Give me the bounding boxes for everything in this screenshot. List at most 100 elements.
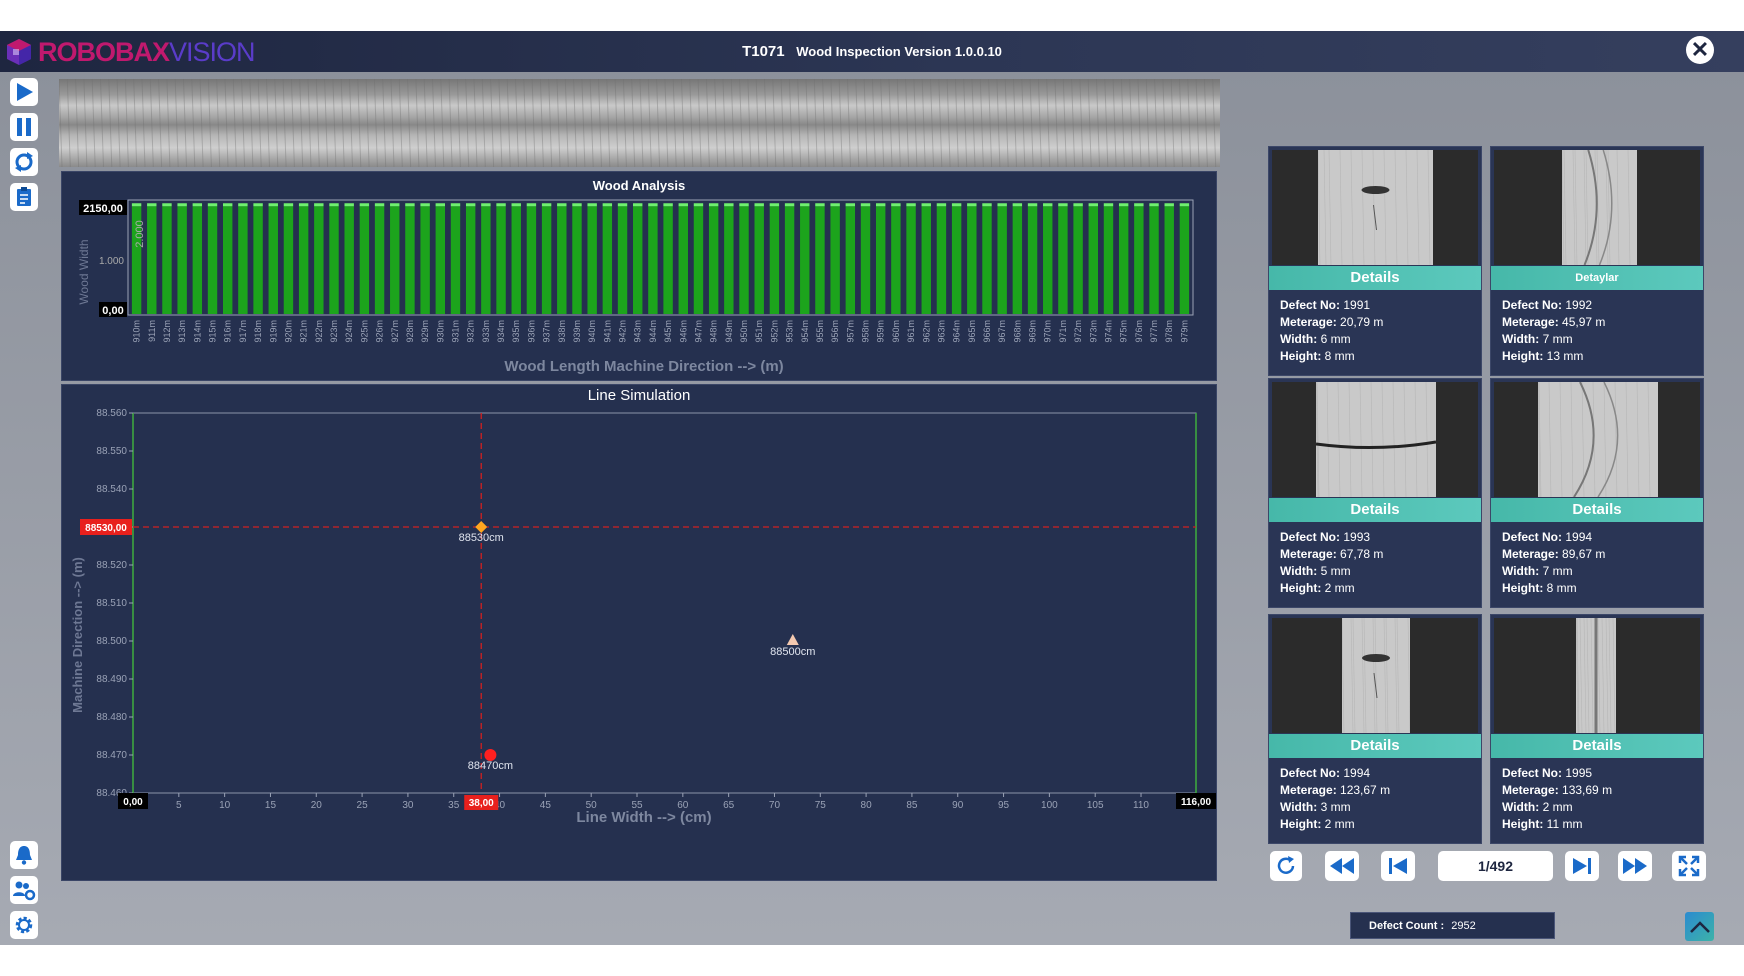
wood-width-bar-cap bbox=[997, 203, 1007, 207]
wood-width-bar bbox=[1103, 206, 1114, 314]
wood-width-bar-cap bbox=[967, 203, 977, 207]
x-tick-label: 90 bbox=[952, 800, 964, 811]
wood-width-bar-cap bbox=[344, 203, 354, 207]
scroll-up-button[interactable] bbox=[1685, 912, 1714, 941]
grain-line bbox=[938, 79, 943, 167]
defect-no-value: 1994 bbox=[1565, 530, 1593, 544]
details-button[interactable]: Details bbox=[1269, 734, 1481, 758]
wood-width-bar bbox=[329, 206, 339, 314]
last-page-button[interactable] bbox=[1565, 851, 1599, 881]
height-label: Height: bbox=[1502, 349, 1544, 363]
wood-analysis-x-tick: 943m bbox=[633, 320, 643, 343]
wood-analysis-x-tick: 914m bbox=[192, 320, 202, 343]
defect-thumbnail[interactable] bbox=[1494, 382, 1700, 497]
wood-analysis-x-tick: 924m bbox=[344, 320, 354, 343]
refresh-button[interactable] bbox=[10, 148, 38, 176]
wood-width-bar bbox=[693, 206, 704, 314]
machine-code: T1071 bbox=[742, 43, 785, 60]
notifications-button[interactable] bbox=[10, 841, 38, 869]
x-tick-label: 15 bbox=[265, 800, 277, 811]
grain-line bbox=[340, 79, 345, 167]
pause-button[interactable] bbox=[10, 113, 38, 141]
wood-analysis-x-tick: 922m bbox=[314, 320, 324, 343]
first-page-button[interactable] bbox=[1381, 851, 1415, 881]
x-tick-label: 10 bbox=[219, 800, 231, 811]
details-button[interactable]: Details bbox=[1269, 498, 1481, 522]
wood-analysis-x-tick: 913m bbox=[177, 320, 187, 343]
grain-line bbox=[888, 79, 893, 167]
defect-no-value: 1992 bbox=[1565, 298, 1593, 312]
wood-width-bar-cap bbox=[602, 203, 613, 207]
defect-thumbnail[interactable] bbox=[1272, 618, 1478, 733]
grain-line bbox=[880, 79, 885, 167]
reload-button[interactable] bbox=[1270, 851, 1302, 881]
fullscreen-button[interactable] bbox=[1672, 851, 1706, 881]
grain-line bbox=[224, 79, 229, 167]
wood-width-bar-cap bbox=[511, 203, 521, 207]
grain-line bbox=[755, 79, 760, 167]
settings-button[interactable] bbox=[10, 911, 38, 939]
wood-width-bar bbox=[1179, 206, 1190, 314]
wood-width-bar bbox=[951, 206, 962, 314]
line-simulation-plot-frame bbox=[132, 412, 1197, 794]
fast-rewind-icon bbox=[1330, 858, 1354, 874]
details-button[interactable]: Details bbox=[1269, 266, 1481, 290]
users-settings-icon bbox=[13, 881, 36, 901]
wood-width-bar-cap bbox=[253, 203, 263, 207]
wood-analysis-x-tick: 953m bbox=[785, 320, 795, 343]
defect-thumbnail[interactable] bbox=[1272, 382, 1478, 497]
meterage-value: 20,79 m bbox=[1340, 315, 1384, 329]
wood-analysis-x-tick: 979m bbox=[1179, 320, 1189, 343]
defect-thumbnail[interactable] bbox=[1272, 150, 1478, 265]
report-button[interactable] bbox=[10, 183, 38, 211]
width-value: 5 mm bbox=[1320, 564, 1351, 578]
y-tick-label: 88.550 bbox=[96, 446, 127, 457]
fast-forward-button[interactable] bbox=[1618, 851, 1652, 881]
grain-line bbox=[930, 79, 934, 167]
page-counter: 1/492 bbox=[1438, 851, 1553, 881]
height-label: Height: bbox=[1280, 349, 1322, 363]
grain-line bbox=[656, 79, 661, 167]
grain-line bbox=[423, 79, 428, 167]
app-title: Wood Inspection Version 1.0.0.10 bbox=[796, 44, 1002, 59]
wood-width-bar bbox=[1088, 206, 1099, 314]
defect-thumbnail[interactable] bbox=[1494, 150, 1700, 265]
grain-line bbox=[257, 79, 262, 167]
grain-line bbox=[788, 79, 793, 167]
close-button[interactable]: ✕ bbox=[1686, 36, 1714, 64]
grain-line bbox=[689, 79, 694, 167]
grain-line bbox=[515, 79, 519, 167]
wood-analysis-xlabel: Wood Length Machine Direction --> (m) bbox=[504, 358, 783, 375]
wood-analysis-chart: 910m 911m 912m 913m 914m 915m 916m 917m 918m 919m… bbox=[77, 199, 1194, 375]
fast-rewind-button[interactable] bbox=[1325, 851, 1359, 881]
details-button[interactable]: Details bbox=[1491, 498, 1703, 522]
refresh-icon bbox=[15, 152, 33, 172]
users-settings-button[interactable] bbox=[10, 876, 38, 904]
grain-line bbox=[1187, 79, 1192, 167]
wood-analysis-x-tick: 973m bbox=[1088, 320, 1098, 343]
wood-analysis-x-tick: 936m bbox=[526, 320, 536, 343]
grain-line bbox=[631, 79, 636, 167]
grain-line bbox=[332, 79, 337, 167]
play-button[interactable] bbox=[10, 78, 38, 106]
grain-line bbox=[1013, 79, 1017, 167]
wood-width-bar-cap bbox=[374, 203, 385, 207]
wood-width-bar-cap bbox=[982, 203, 992, 207]
details-button[interactable]: Detaylar bbox=[1491, 266, 1703, 290]
wood-analysis-x-tick: 919m bbox=[268, 320, 278, 343]
meterage-value: 133,69 m bbox=[1562, 783, 1613, 797]
grain-line bbox=[622, 79, 627, 167]
grain-line bbox=[1037, 79, 1042, 167]
wood-width-bar-cap bbox=[359, 203, 370, 207]
defect-thumbnail[interactable] bbox=[1494, 618, 1700, 733]
wood-width-bar bbox=[830, 206, 840, 314]
wood-analysis-x-tick: 968m bbox=[1012, 320, 1022, 343]
grain-line bbox=[282, 79, 287, 167]
grain-line bbox=[1195, 79, 1200, 167]
wood-analysis-x-tick: 932m bbox=[466, 320, 476, 343]
grain-line bbox=[573, 79, 578, 167]
grain-line bbox=[158, 79, 163, 167]
grain-line bbox=[1154, 79, 1159, 167]
y-tick-label: 88.490 bbox=[96, 674, 127, 685]
details-button[interactable]: Details bbox=[1491, 734, 1703, 758]
